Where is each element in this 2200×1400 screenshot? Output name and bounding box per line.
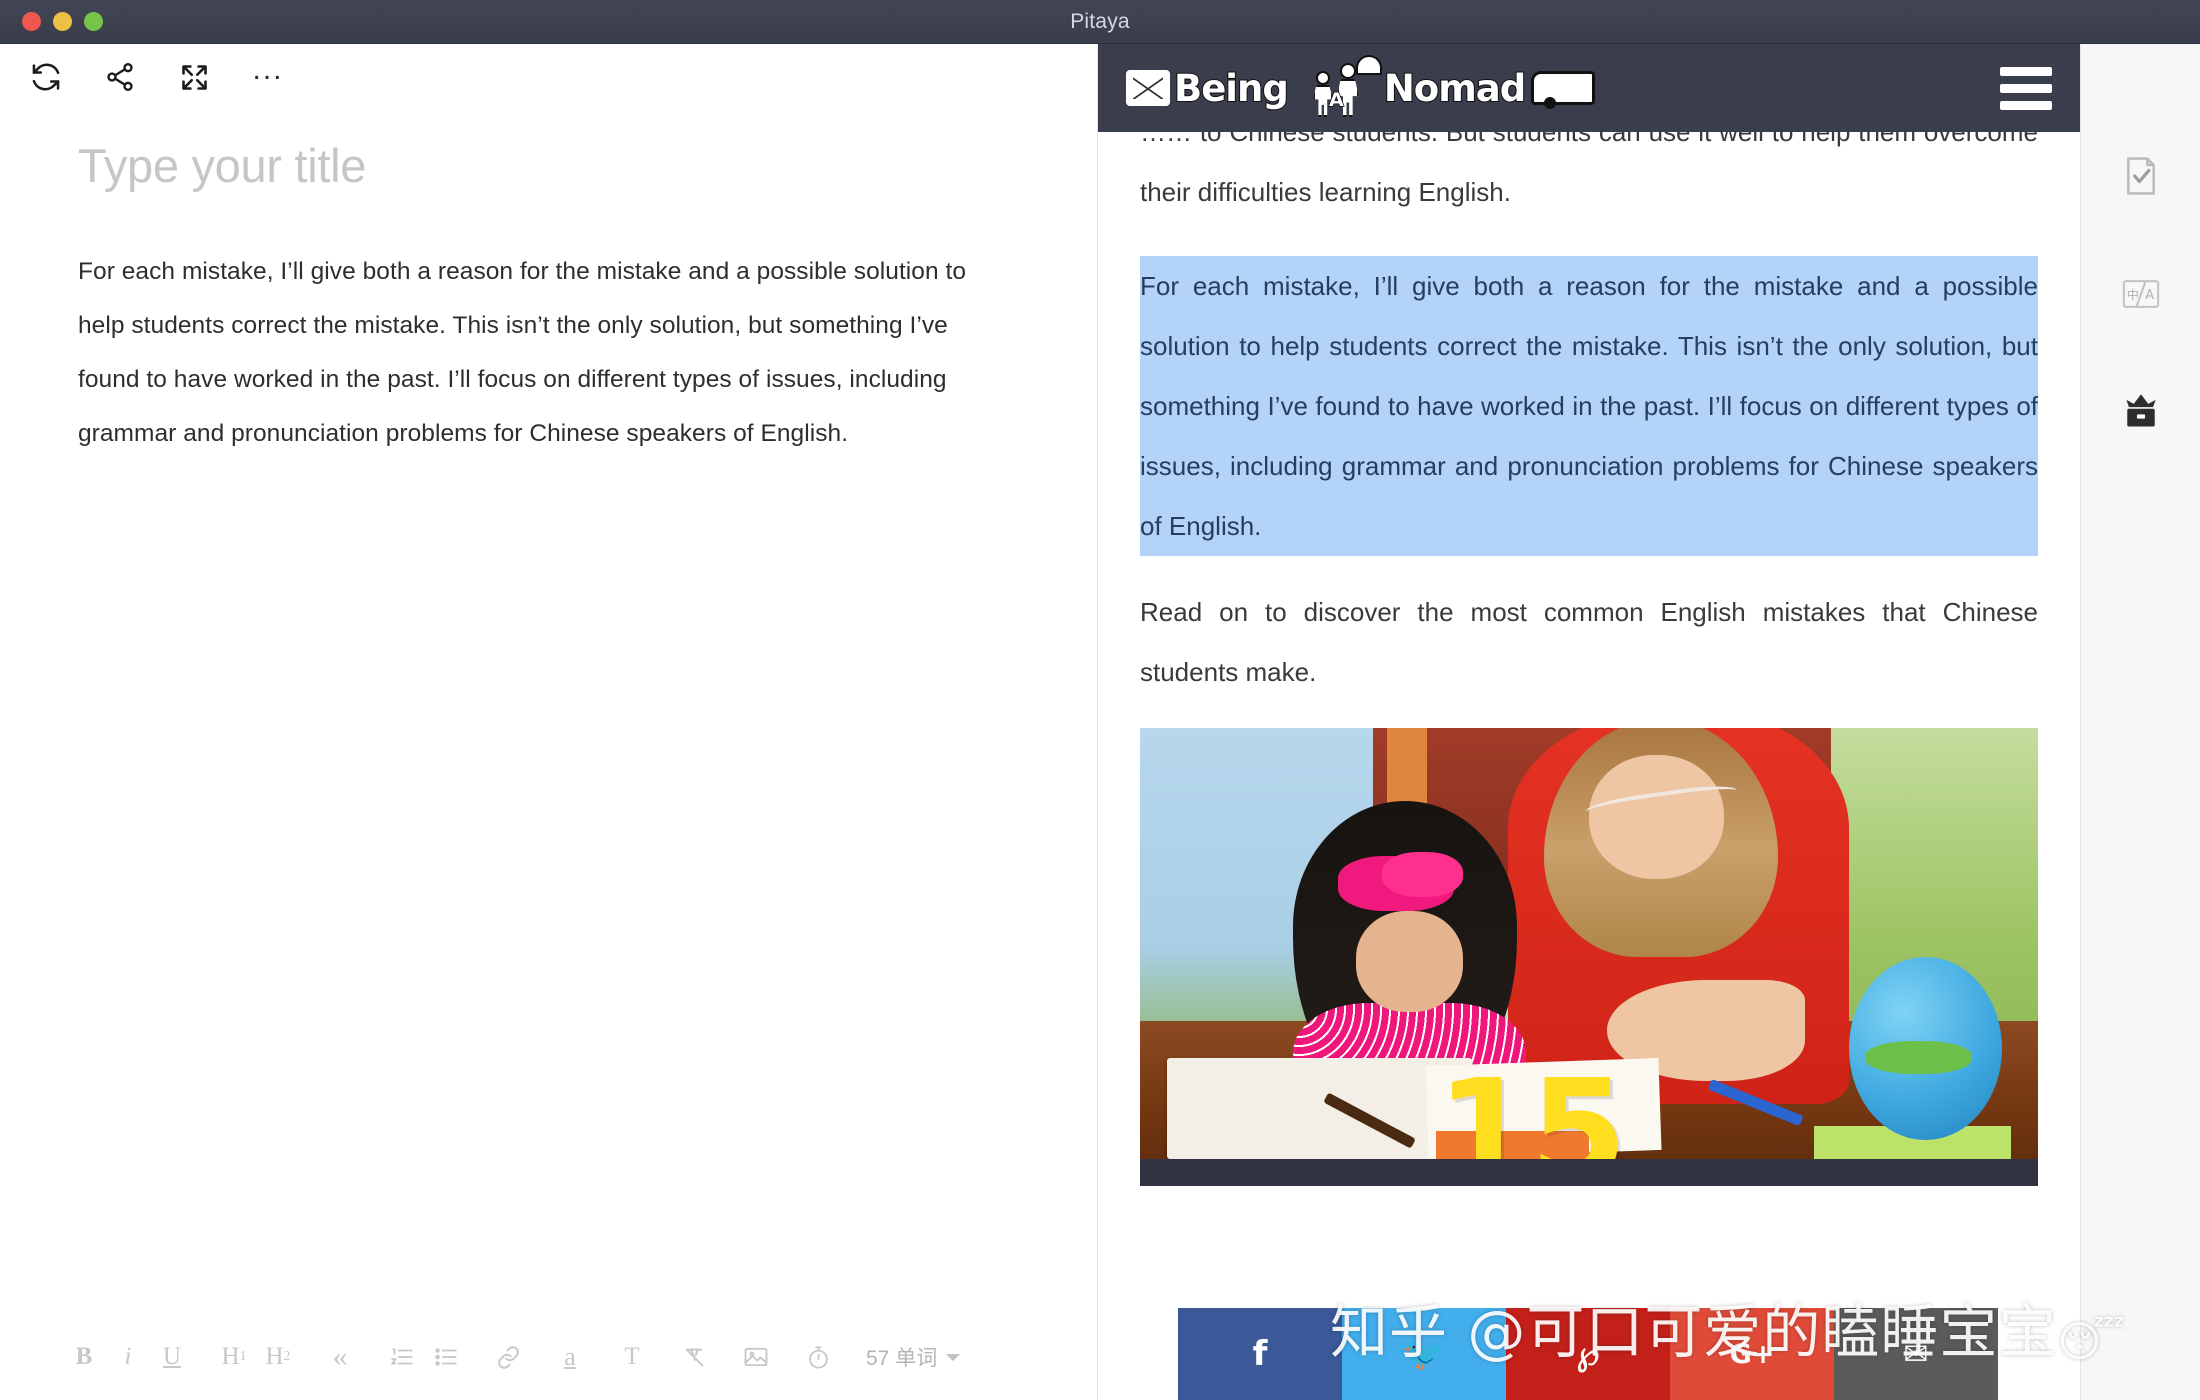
window-titlebar: Pitaya [0, 0, 2200, 44]
right-utility-rail: 中 A [2080, 44, 2200, 1400]
minimize-button[interactable] [53, 12, 72, 31]
svg-text:A: A [2145, 288, 2154, 303]
ordered-list-icon[interactable] [380, 1335, 424, 1379]
blockquote-button[interactable]: « [318, 1335, 362, 1379]
image-icon[interactable] [734, 1335, 778, 1379]
underline-button[interactable]: U [150, 1335, 194, 1379]
app-window: Pitaya ... Type your title For each mist… [0, 0, 2200, 1400]
fullscreen-icon[interactable] [176, 59, 212, 95]
italic-button[interactable]: i [106, 1335, 150, 1379]
document-check-icon[interactable] [2115, 150, 2167, 202]
archive-box-icon[interactable] [2115, 386, 2167, 438]
refresh-icon[interactable] [28, 59, 64, 95]
logo-text-nomad: Nomad [1383, 66, 1527, 111]
heading1-sub: 1 [239, 1349, 247, 1364]
heading1-label: H [221, 1343, 240, 1370]
word-count-dropdown[interactable]: 57 单词 [866, 1342, 961, 1372]
chevron-down-icon [946, 1353, 961, 1361]
share-pinterest-button[interactable]: ℘ [1506, 1308, 1670, 1400]
link-icon[interactable] [486, 1335, 530, 1379]
zoom-button[interactable] [84, 12, 103, 31]
logo-text-a: A [1328, 88, 1344, 112]
traffic-lights [22, 12, 103, 31]
unordered-list-icon[interactable] [424, 1335, 468, 1379]
bold-button[interactable]: B [62, 1335, 106, 1379]
document-body-text[interactable]: For each mistake, I’ll give both a reaso… [78, 245, 978, 461]
logo-van-icon [1531, 71, 1596, 109]
text-style-button[interactable]: T [610, 1335, 654, 1379]
share-twitter-button[interactable]: 🐦 [1342, 1308, 1506, 1400]
heading1-button[interactable]: H1 [212, 1335, 256, 1379]
timer-icon[interactable] [796, 1335, 840, 1379]
social-share-bar: f 🐦 ℘ G+ ✉ [1178, 1308, 1998, 1400]
share-email-button[interactable]: ✉ [1834, 1308, 1998, 1400]
logo-badge-icon [1126, 70, 1170, 106]
preview-article-image: 15 [1140, 728, 2038, 1186]
share-googleplus-button[interactable]: G+ [1670, 1308, 1834, 1400]
main-body: ... Type your title For each mistake, I’… [0, 44, 2200, 1400]
editor-pane: ... Type your title For each mistake, I’… [0, 44, 1098, 1400]
document-title-input[interactable]: Type your title [78, 138, 1039, 193]
window-title: Pitaya [1070, 9, 1130, 33]
logo-text-being: Being [1173, 66, 1290, 111]
clear-format-icon[interactable] [672, 1335, 716, 1379]
translate-icon[interactable]: 中 A [2115, 268, 2167, 320]
email-icon: ✉ [1903, 1336, 1929, 1372]
close-button[interactable] [22, 12, 41, 31]
site-logo[interactable]: Being A Nomad [1126, 55, 1596, 117]
facebook-icon: f [1252, 1334, 1268, 1374]
heading2-button[interactable]: H2 [256, 1335, 300, 1379]
site-header-bar: Being A Nomad [1098, 44, 2080, 132]
preview-paragraph-readon: Read on to discover the most common Engl… [1140, 597, 2038, 687]
hamburger-menu-icon[interactable] [1996, 61, 2056, 116]
preview-paragraph-selected[interactable]: For each mistake, I’ll give both a reaso… [1140, 256, 2038, 556]
share-facebook-button[interactable]: f [1178, 1308, 1342, 1400]
editor-format-toolbar: B i U H1 H2 « a T 57 单词 [0, 1314, 1097, 1400]
svg-text:中: 中 [2126, 287, 2138, 302]
logo-people-icon: A [1292, 55, 1382, 117]
preview-pane: Being A Nomad …… to Chinese students. Bu… [1098, 44, 2080, 1400]
logo-umbrella-icon [1355, 55, 1382, 75]
share-icon[interactable] [102, 59, 138, 95]
preview-article: …… to Chinese students. But students can… [1098, 44, 2080, 1186]
editor-scroll-area: Type your title For each mistake, I’ll g… [0, 110, 1097, 1314]
pinterest-icon: ℘ [1576, 1334, 1600, 1374]
twitter-icon: 🐦 [1402, 1334, 1446, 1374]
googleplus-icon: G+ [1729, 1338, 1775, 1370]
heading2-label: H [265, 1343, 284, 1370]
editor-top-toolbar: ... [0, 44, 1097, 110]
word-count-label: 57 单词 [866, 1347, 938, 1370]
heading2-sub: 2 [283, 1349, 291, 1364]
highlight-button[interactable]: a [548, 1335, 592, 1379]
more-options-icon[interactable]: ... [250, 55, 286, 95]
